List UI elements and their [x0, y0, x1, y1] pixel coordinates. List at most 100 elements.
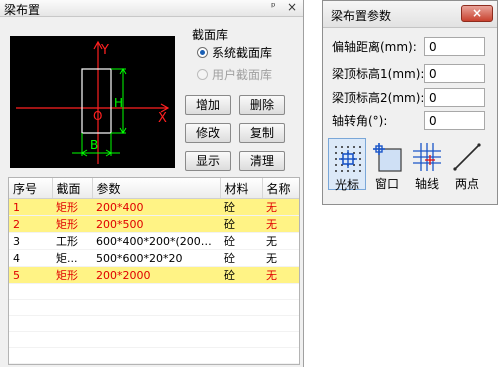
offset-distance-input[interactable]	[424, 37, 485, 56]
empty-cell	[52, 347, 92, 364]
empty-cell	[9, 315, 52, 332]
row-name-cell: 无	[262, 198, 299, 216]
width-label: B	[90, 138, 98, 152]
section-library-label: 截面库	[192, 28, 229, 42]
empty-row	[9, 283, 299, 300]
origin-label: O	[93, 109, 102, 123]
radio-selected-icon[interactable]	[197, 47, 208, 58]
row-material-cell: 砼	[220, 198, 262, 216]
empty-cell	[92, 315, 220, 332]
tool-axis-label: 轴线	[414, 177, 439, 191]
row-number-cell: 5	[9, 266, 52, 284]
empty-cell	[92, 299, 220, 316]
table-row[interactable]: 5 矩形 200*2000 砼无	[9, 266, 299, 284]
empty-cell	[9, 299, 52, 316]
row-material-cell: 砼	[220, 232, 262, 250]
window-select-icon	[373, 143, 402, 172]
row-number-cell: 1	[9, 198, 52, 216]
empty-cell	[52, 315, 92, 332]
beam-params-dialog: 梁布置参数 × 偏轴距离(mm): 梁顶标高1(mm): 梁顶标高2(mm): …	[322, 0, 498, 205]
row-params-cell: 200*400	[92, 198, 220, 216]
empty-row	[9, 331, 299, 348]
row-name-cell: 无	[262, 249, 299, 267]
row-params-cell: 200*2000	[92, 266, 220, 284]
x-axis-label: X	[158, 111, 167, 126]
empty-cell	[220, 347, 262, 364]
dialog-title-bar: 梁布置参数 ×	[323, 1, 497, 28]
row-section-cell: 矩...	[52, 249, 92, 267]
panel-title-bar: 梁布置 ᵖ ×	[0, 0, 303, 17]
section-preview-drawing: Y X O H B	[16, 40, 170, 164]
height-label: H	[114, 96, 123, 110]
empty-cell	[92, 347, 220, 364]
empty-cell	[9, 283, 52, 300]
table-header-row: 序号 截面 参数 材料 名称	[9, 178, 299, 199]
empty-cell	[262, 283, 299, 300]
row-name-cell: 无	[262, 266, 299, 284]
row-params-cell: 600*400*200*(200~...	[92, 232, 220, 250]
empty-cell	[52, 283, 92, 300]
empty-cell	[262, 347, 299, 364]
beam-top-elev1-input[interactable]	[424, 64, 485, 83]
axis-rotation-input[interactable]	[424, 111, 485, 130]
radio-unselected-icon[interactable]	[197, 69, 208, 80]
row-section-cell: 矩形	[52, 215, 92, 233]
radio-system-library[interactable]: 系统截面库	[197, 44, 272, 61]
copy-button[interactable]: 复制	[239, 123, 285, 143]
row-material-cell: 砼	[220, 215, 262, 233]
empty-cell	[262, 299, 299, 316]
add-button[interactable]: 增加	[185, 95, 231, 115]
empty-cell	[52, 299, 92, 316]
empty-row	[9, 347, 299, 364]
empty-cell	[262, 331, 299, 348]
row-params-cell: 200*500	[92, 215, 220, 233]
tool-window-button[interactable]: 窗口	[368, 138, 406, 191]
close-icon[interactable]: ×	[287, 0, 297, 14]
table-row[interactable]: 4 矩... 500*600*20*20 砼无	[9, 249, 299, 267]
table-row[interactable]: 2 矩形 200*500 砼无	[9, 215, 299, 233]
header-material[interactable]: 材料	[220, 178, 263, 199]
header-name[interactable]: 名称	[262, 178, 299, 199]
offset-distance-label: 偏轴距离(mm):	[332, 40, 417, 54]
section-preview: Y X O H B	[10, 36, 175, 168]
pin-icon[interactable]: ᵖ	[271, 0, 276, 13]
clean-button[interactable]: 清理	[239, 151, 285, 171]
panel-title: 梁布置	[4, 3, 41, 17]
header-no[interactable]: 序号	[9, 178, 53, 199]
row-number-cell: 2	[9, 215, 52, 233]
empty-cell	[9, 331, 52, 348]
radio-system-library-label: 系统截面库	[212, 46, 273, 60]
header-params[interactable]: 参数	[92, 178, 221, 199]
empty-cell	[92, 283, 220, 300]
beam-top-elev2-input[interactable]	[424, 88, 485, 107]
radio-user-library-label: 用户截面库	[212, 68, 273, 82]
show-button[interactable]: 显示	[185, 151, 231, 171]
axis-rotation-label: 轴转角(°):	[332, 114, 388, 128]
header-section[interactable]: 截面	[52, 178, 93, 199]
beam-top-elev1-label: 梁顶标高1(mm):	[332, 67, 425, 81]
row-name-cell: 无	[262, 215, 299, 233]
axis-grid-icon	[413, 143, 441, 171]
tool-cursor-label: 光标	[334, 178, 359, 192]
dialog-close-button[interactable]: ×	[461, 5, 493, 22]
beam-layout-panel: 梁布置 ᵖ × Y X O H B 截面库 系统截面库 用户截面库 增加 删除 …	[0, 0, 304, 367]
table-row[interactable]: 1 矩形 200*400 砼无	[9, 198, 299, 216]
tool-two-point-label: 两点	[454, 177, 479, 191]
tool-cursor-button[interactable]: 光标	[328, 138, 366, 192]
empty-row	[9, 299, 299, 316]
empty-row	[9, 315, 299, 332]
row-name-cell: 无	[262, 232, 299, 250]
row-section-cell: 工形	[52, 232, 92, 250]
dialog-title: 梁布置参数	[331, 9, 392, 23]
rectangle-section-outline	[81, 68, 112, 134]
modify-button[interactable]: 修改	[185, 123, 231, 143]
table-row[interactable]: 3 工形 600*400*200*(200~... 砼无	[9, 232, 299, 250]
tool-two-point-button[interactable]: 两点	[448, 138, 486, 191]
empty-cell	[220, 283, 262, 300]
row-number-cell: 3	[9, 232, 52, 250]
delete-button[interactable]: 删除	[239, 95, 285, 115]
tool-axis-button[interactable]: 轴线	[408, 138, 446, 191]
radio-user-library[interactable]: 用户截面库	[197, 66, 272, 83]
section-table[interactable]: 序号 截面 参数 材料 名称 1 矩形 200*400 砼无 2 矩形 200*500 砼无 3…	[8, 177, 300, 365]
row-section-cell: 矩形	[52, 266, 92, 284]
